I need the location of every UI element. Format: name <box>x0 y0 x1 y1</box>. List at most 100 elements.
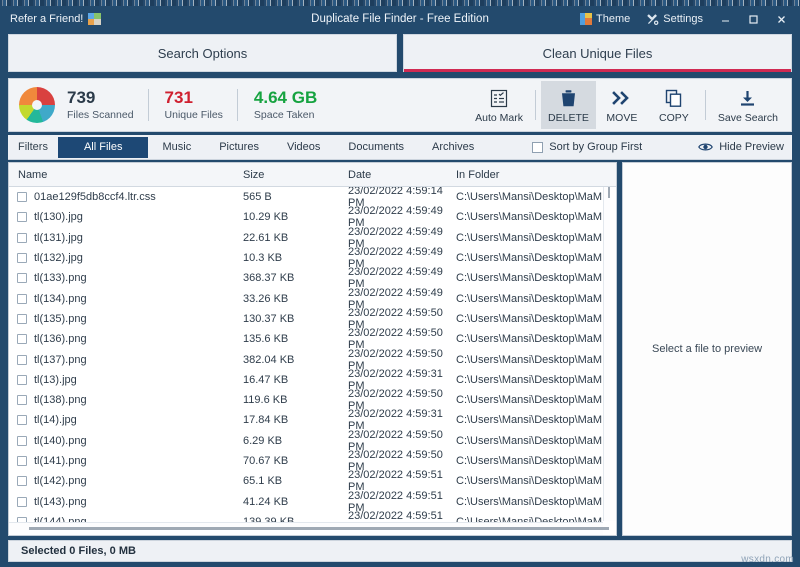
row-checkbox[interactable] <box>17 355 27 365</box>
maximize-button[interactable] <box>740 8 766 30</box>
stat-unique-files-label: Unique Files <box>165 109 223 121</box>
table-row[interactable]: 01ae129f5db8ccf4.ltr.css565 B23/02/2022 … <box>9 187 616 207</box>
file-folder-cell: C:\Users\Mansi\Desktop\MaM <box>456 475 602 487</box>
move-label: MOVE <box>606 112 637 124</box>
file-name-text: 01ae129f5db8ccf4.ltr.css <box>34 191 156 203</box>
table-row[interactable]: tl(130).jpg10.29 KB23/02/2022 4:59:49 PM… <box>9 207 616 227</box>
vertical-scroll-thumb[interactable] <box>608 187 610 198</box>
file-name-cell: tl(137).png <box>9 354 243 366</box>
auto-mark-button[interactable]: Auto Mark <box>468 81 530 129</box>
gift-mosaic-icon <box>88 13 101 25</box>
file-name-cell: 01ae129f5db8ccf4.ltr.css <box>9 191 243 203</box>
row-checkbox[interactable] <box>17 334 27 344</box>
file-size-cell: 6.29 KB <box>243 435 348 447</box>
minimize-button[interactable] <box>712 8 738 30</box>
row-checkbox[interactable] <box>17 253 27 263</box>
file-name-cell: tl(132).jpg <box>9 252 243 264</box>
refer-a-friend-label: Refer a Friend! <box>10 13 83 25</box>
table-row[interactable]: tl(131).jpg22.61 KB23/02/2022 4:59:49 PM… <box>9 228 616 248</box>
stat-space-taken-label: Space Taken <box>254 109 317 121</box>
main-tab-bar: Search Options Clean Unique Files <box>0 32 800 76</box>
row-checkbox[interactable] <box>17 212 27 222</box>
row-checkbox[interactable] <box>17 273 27 283</box>
settings-label: Settings <box>663 13 703 25</box>
table-row[interactable]: tl(142).png65.1 KB23/02/2022 4:59:51 PMC… <box>9 471 616 491</box>
table-row[interactable]: tl(138).png119.6 KB23/02/2022 4:59:50 PM… <box>9 390 616 410</box>
row-checkbox[interactable] <box>17 192 27 202</box>
checklist-icon <box>490 88 508 109</box>
row-checkbox[interactable] <box>17 233 27 243</box>
vertical-scrollbar[interactable] <box>603 187 616 521</box>
table-row[interactable]: tl(14).jpg17.84 KB23/02/2022 4:59:31 PMC… <box>9 410 616 430</box>
file-name-cell: tl(13).jpg <box>9 374 243 386</box>
action-toolbar: Auto Mark DELETE MOVE <box>468 79 785 131</box>
row-checkbox[interactable] <box>17 375 27 385</box>
file-name-cell: tl(130).jpg <box>9 211 243 223</box>
filter-tab-pictures[interactable]: Pictures <box>205 137 273 157</box>
settings-button[interactable]: Settings <box>639 10 710 29</box>
file-name-cell: tl(143).png <box>9 496 243 508</box>
row-checkbox[interactable] <box>17 476 27 486</box>
table-row[interactable]: tl(132).jpg10.3 KB23/02/2022 4:59:49 PMC… <box>9 248 616 268</box>
row-checkbox[interactable] <box>17 415 27 425</box>
file-folder-cell: C:\Users\Mansi\Desktop\MaM <box>456 232 602 244</box>
close-button[interactable] <box>768 8 794 30</box>
column-header-in-folder[interactable]: In Folder <box>456 169 602 181</box>
table-row[interactable]: tl(136).png135.6 KB23/02/2022 4:59:50 PM… <box>9 329 616 349</box>
column-header-size[interactable]: Size <box>243 169 348 181</box>
file-size-cell: 368.37 KB <box>243 272 348 284</box>
refer-a-friend-button[interactable]: Refer a Friend! <box>10 13 101 25</box>
table-row[interactable]: tl(143).png41.24 KB23/02/2022 4:59:51 PM… <box>9 491 616 511</box>
row-checkbox[interactable] <box>17 294 27 304</box>
checkbox-box <box>532 142 543 153</box>
filter-tab-videos[interactable]: Videos <box>273 137 334 157</box>
file-name-cell: tl(14).jpg <box>9 414 243 426</box>
table-row[interactable]: tl(133).png368.37 KB23/02/2022 4:59:49 P… <box>9 268 616 288</box>
file-name-text: tl(134).png <box>34 293 87 305</box>
table-row[interactable]: tl(141).png70.67 KB23/02/2022 4:59:50 PM… <box>9 451 616 471</box>
table-row[interactable]: tl(137).png382.04 KB23/02/2022 4:59:50 P… <box>9 349 616 369</box>
column-header-name[interactable]: Name <box>9 169 243 181</box>
copy-button[interactable]: COPY <box>648 81 700 129</box>
file-folder-cell: C:\Users\Mansi\Desktop\MaM <box>456 455 602 467</box>
horizontal-scroll-thumb[interactable] <box>29 527 609 530</box>
table-row[interactable]: tl(140).png6.29 KB23/02/2022 4:59:50 PMC… <box>9 431 616 451</box>
title-bar: Refer a Friend! Duplicate File Finder - … <box>0 6 800 32</box>
file-name-text: tl(13).jpg <box>34 374 77 386</box>
table-row[interactable]: tl(134).png33.26 KB23/02/2022 4:59:49 PM… <box>9 288 616 308</box>
row-checkbox[interactable] <box>17 314 27 324</box>
horizontal-scrollbar[interactable] <box>9 522 603 535</box>
copy-icon <box>665 88 683 109</box>
table-row[interactable]: tl(13).jpg16.47 KB23/02/2022 4:59:31 PMC… <box>9 370 616 390</box>
palette-icon <box>580 13 592 25</box>
table-row[interactable]: tl(135).png130.37 KB23/02/2022 4:59:50 P… <box>9 309 616 329</box>
file-name-text: tl(132).jpg <box>34 252 83 264</box>
toolbar-divider <box>535 90 536 120</box>
save-search-button[interactable]: Save Search <box>711 81 785 129</box>
column-header-date[interactable]: Date <box>348 169 456 181</box>
hide-preview-button[interactable]: Hide Preview <box>698 141 784 153</box>
sort-by-group-first-checkbox[interactable]: Sort by Group First <box>532 141 642 153</box>
delete-label: DELETE <box>548 112 589 124</box>
filter-tab-music[interactable]: Music <box>148 137 205 157</box>
tab-clean-unique-files[interactable]: Clean Unique Files <box>403 34 792 72</box>
file-name-text: tl(136).png <box>34 333 87 345</box>
filter-tab-documents[interactable]: Documents <box>334 137 418 157</box>
content-area: Name Size Date In Folder 01ae129f5db8ccf… <box>8 162 792 536</box>
delete-button[interactable]: DELETE <box>541 81 596 129</box>
filter-bar: Filters All Files Music Pictures Videos … <box>8 135 792 160</box>
tab-search-options[interactable]: Search Options <box>8 34 397 72</box>
file-name-cell: tl(134).png <box>9 293 243 305</box>
stat-files-scanned: 739 Files Scanned <box>67 89 148 121</box>
move-button[interactable]: MOVE <box>596 81 648 129</box>
row-checkbox[interactable] <box>17 456 27 466</box>
file-size-cell: 119.6 KB <box>243 394 348 406</box>
theme-button[interactable]: Theme <box>573 10 637 28</box>
download-save-icon <box>738 88 757 109</box>
row-checkbox[interactable] <box>17 436 27 446</box>
row-checkbox[interactable] <box>17 497 27 507</box>
filter-tab-archives[interactable]: Archives <box>418 137 488 157</box>
filter-tab-all-files[interactable]: All Files <box>58 137 149 158</box>
row-checkbox[interactable] <box>17 395 27 405</box>
save-search-label: Save Search <box>718 112 778 124</box>
